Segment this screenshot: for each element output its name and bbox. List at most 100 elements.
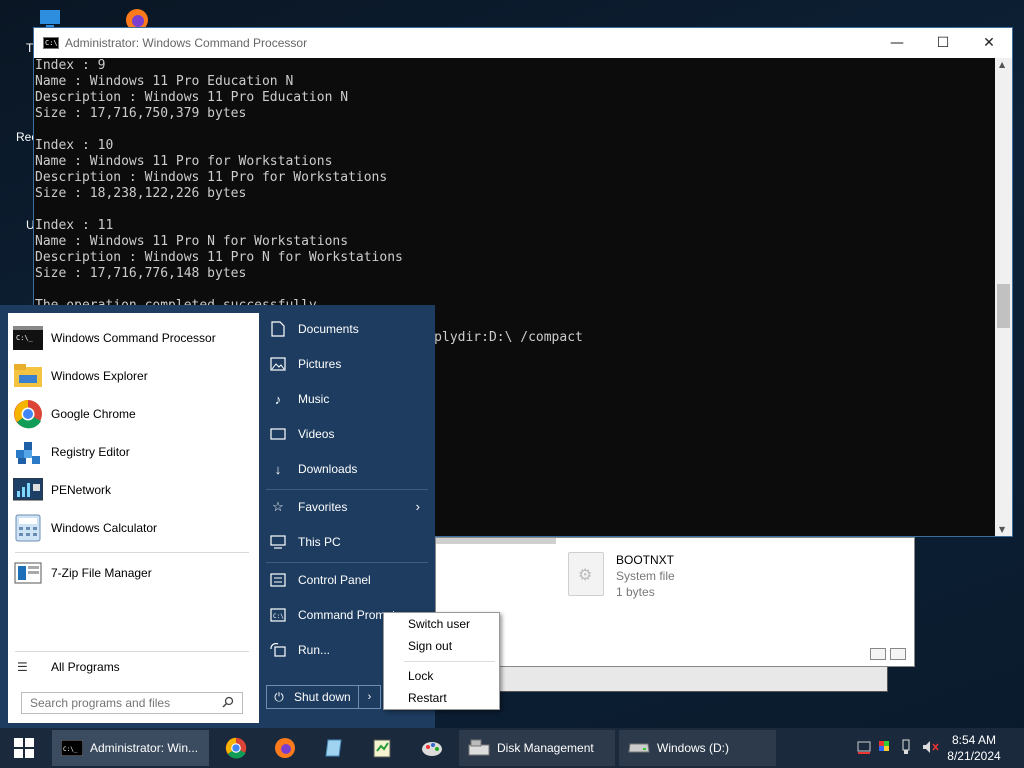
taskbar-item-cmd[interactable]: C:\_ Administrator: Win... xyxy=(52,730,209,766)
svg-text:C:\_: C:\_ xyxy=(16,334,34,342)
program-item[interactable]: Google Chrome xyxy=(8,395,259,433)
search-icon[interactable] xyxy=(222,696,242,711)
pinned-app[interactable] xyxy=(314,732,354,764)
program-item[interactable]: C:\_ Windows Command Processor xyxy=(8,319,259,357)
divider xyxy=(404,661,495,662)
large-icons-view-icon[interactable] xyxy=(890,648,906,660)
console-line: Index : 11 xyxy=(35,218,114,233)
program-item[interactable]: 7-Zip File Manager xyxy=(8,554,259,592)
clock[interactable]: 8:54 AM 8/21/2024 xyxy=(944,732,1004,764)
divider xyxy=(15,552,249,553)
console-line: Index : 10 xyxy=(35,138,114,153)
system-file-icon xyxy=(568,552,604,596)
place-control-panel[interactable]: Control Panel xyxy=(262,564,432,596)
system-tray xyxy=(856,728,940,768)
place-label: Videos xyxy=(298,427,335,441)
place-pictures[interactable]: Pictures xyxy=(262,348,432,380)
shutdown-label: Shut down xyxy=(294,690,351,704)
cmd-icon: C:\_ xyxy=(60,738,84,758)
videos-icon xyxy=(270,426,286,442)
divider xyxy=(266,562,428,563)
taskbar-label: Disk Management xyxy=(497,741,594,755)
program-label: 7-Zip File Manager xyxy=(51,566,152,580)
shutdown-button[interactable]: ⏻ Shut down › xyxy=(266,685,381,709)
minimize-button[interactable]: — xyxy=(874,28,920,58)
notepad-icon xyxy=(373,739,391,758)
maximize-button[interactable]: ☐ xyxy=(920,28,966,58)
volume-muted-icon[interactable] xyxy=(922,740,940,757)
star-icon: ☆ xyxy=(272,499,284,514)
scroll-up-icon[interactable]: ▲ xyxy=(999,60,1005,69)
all-programs-label: All Programs xyxy=(51,660,120,674)
svg-text:C:\: C:\ xyxy=(273,613,284,620)
pictures-icon xyxy=(270,356,286,372)
cmd-icon: C:\ xyxy=(270,607,286,623)
program-item[interactable]: Windows Calculator xyxy=(8,509,259,547)
console-line: Size : 18,238,122,226 bytes xyxy=(35,186,247,201)
taskbar-item-windows-d[interactable]: Windows (D:) xyxy=(619,730,776,766)
network-icon[interactable] xyxy=(856,739,874,758)
menu-item-restart[interactable]: Restart xyxy=(408,691,447,705)
search-box[interactable] xyxy=(21,692,243,714)
place-label: Music xyxy=(298,392,330,406)
program-label: Windows Calculator xyxy=(51,521,158,535)
menu-item-sign-out[interactable]: Sign out xyxy=(408,639,452,653)
details-view-icon[interactable] xyxy=(870,648,886,660)
scrollbar-thumb[interactable] xyxy=(997,284,1010,328)
place-downloads[interactable]: ↓ Downloads xyxy=(262,453,432,485)
menu-item-switch-user[interactable]: Switch user xyxy=(408,617,470,631)
documents-icon xyxy=(270,321,286,337)
calculator-icon xyxy=(12,512,44,544)
program-label: Google Chrome xyxy=(51,407,136,421)
divider xyxy=(15,651,249,652)
start-button[interactable] xyxy=(0,728,48,768)
chevron-right-icon: › xyxy=(415,499,420,514)
program-label: PENetwork xyxy=(51,483,112,497)
console-line: Name : Windows 11 Pro Education N xyxy=(35,74,294,89)
place-documents[interactable]: Documents xyxy=(262,313,432,345)
place-favorites[interactable]: ☆ Favorites › xyxy=(262,491,432,523)
program-item[interactable]: PENetwork xyxy=(8,471,259,509)
all-programs-button[interactable]: ☰ All Programs xyxy=(8,655,259,679)
chrome-icon xyxy=(12,398,44,430)
place-this-pc[interactable]: This PC xyxy=(262,526,432,558)
pinned-chrome[interactable] xyxy=(216,732,256,764)
taskbar-item-disk-management[interactable]: Disk Management xyxy=(459,730,615,766)
file-item-bootnxt[interactable]: BOOTNXT System file 1 bytes xyxy=(568,552,675,600)
clock-date: 8/21/2024 xyxy=(947,749,1001,763)
pinned-firefox[interactable] xyxy=(265,732,305,764)
place-videos[interactable]: Videos xyxy=(262,418,432,450)
cmd-titlebar[interactable]: C:\ Administrator: Windows Command Proce… xyxy=(34,28,1012,58)
list-icon: ☰ xyxy=(17,660,28,674)
display-icon[interactable] xyxy=(878,740,896,757)
divider xyxy=(266,489,428,490)
console-line: Size : 17,716,750,379 bytes xyxy=(35,106,247,121)
scroll-down-icon[interactable]: ▼ xyxy=(999,525,1005,534)
program-item[interactable]: Windows Explorer xyxy=(8,357,259,395)
search-input[interactable] xyxy=(22,696,222,710)
programs-pane: C:\_ Windows Command Processor Windows E… xyxy=(8,313,259,723)
usb-icon[interactable] xyxy=(900,739,918,758)
drive-icon xyxy=(627,738,651,758)
app-icon xyxy=(325,739,342,757)
svg-text:C:\_: C:\_ xyxy=(63,746,78,753)
explorer-window[interactable]: BOOTNXT System file 1 bytes xyxy=(435,537,915,667)
cmd-icon: C:\ xyxy=(43,37,59,49)
place-label: Command Prompt xyxy=(298,608,396,622)
close-button[interactable]: ✕ xyxy=(966,28,1012,58)
place-label: This PC xyxy=(298,535,341,549)
place-label: Favorites xyxy=(298,500,348,514)
place-label: Control Panel xyxy=(298,573,371,587)
place-music[interactable]: ♪ Music xyxy=(262,383,432,415)
power-options-menu: Switch user Sign out Lock Restart xyxy=(383,612,500,710)
pinned-notepad[interactable] xyxy=(362,732,402,764)
scrollbar[interactable]: ▲ ▼ xyxy=(995,58,1012,536)
shutdown-options-button[interactable]: › xyxy=(358,686,380,708)
program-item[interactable]: Registry Editor xyxy=(8,433,259,471)
pinned-paint[interactable] xyxy=(412,732,452,764)
menu-item-lock[interactable]: Lock xyxy=(408,669,433,683)
control-panel-icon xyxy=(270,572,286,588)
place-label: Documents xyxy=(298,322,359,336)
power-icon: ⏻ xyxy=(274,689,284,704)
